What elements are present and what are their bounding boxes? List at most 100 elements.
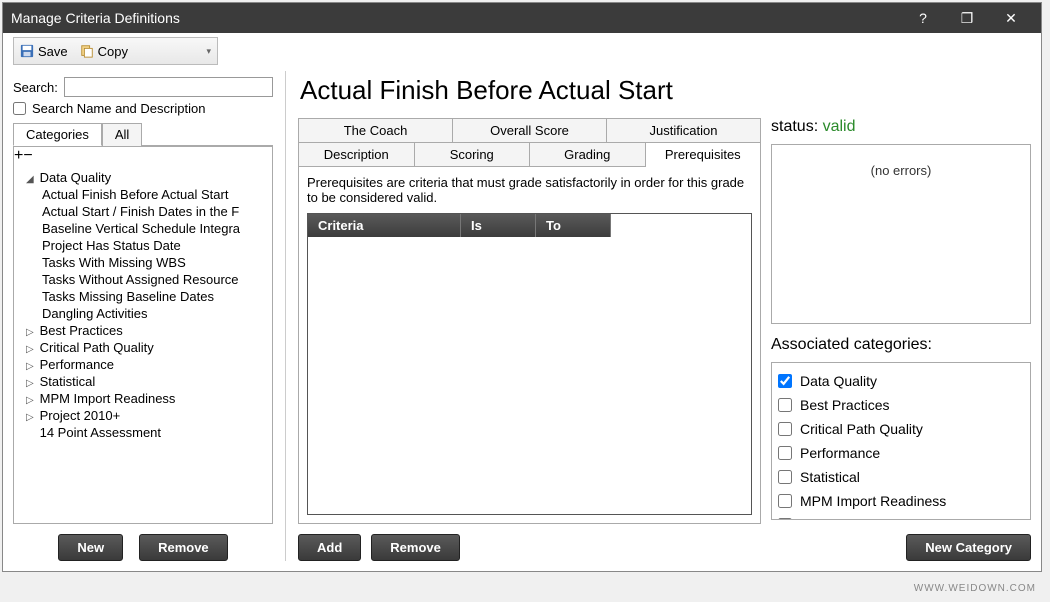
category-label: Statistical [800,469,860,485]
tab-description[interactable]: Description [299,143,415,167]
associated-categories-list[interactable]: Data Quality Best Practices Critical Path … [771,362,1031,520]
toolbar-overflow-icon[interactable]: ▾ [206,46,211,57]
tab-prerequisites[interactable]: Prerequisites [646,143,761,167]
tab-grading[interactable]: Grading [530,143,646,167]
col-is[interactable]: Is [461,214,536,237]
chevron-right-icon: ▷ [26,361,36,372]
tree-leaf[interactable]: Dangling Activities [16,305,270,322]
category-checkbox[interactable] [778,398,792,412]
errors-placeholder: (no errors) [871,163,932,178]
chevron-right-icon: ▷ [26,412,36,423]
window: Manage Criteria Definitions ? ❐ ✕ Save C… [2,2,1042,572]
tree-node[interactable]: 14 Point Assessment [16,424,270,441]
category-row[interactable]: Best Practices [776,393,1026,417]
remove-button[interactable]: Remove [139,534,228,561]
tree-leaf[interactable]: Tasks Missing Baseline Dates [16,288,270,305]
search-scope-row: Search Name and Description [13,101,273,116]
titlebar: Manage Criteria Definitions ? ❐ ✕ [3,3,1041,33]
main-panel: Actual Finish Before Actual Start The Co… [298,71,1031,561]
category-label: Best Practices [800,397,889,413]
search-label: Search: [13,80,58,95]
page-title: Actual Finish Before Actual Start [300,75,1031,106]
search-scope-label: Search Name and Description [32,101,205,116]
category-checkbox[interactable] [778,446,792,460]
save-label: Save [38,44,68,59]
category-label: Critical Path Quality [800,421,923,437]
toolbar: Save Copy ▾ [13,37,218,65]
col-criteria[interactable]: Criteria [308,214,461,237]
copy-icon [80,44,94,58]
search-row: Search: [13,77,273,97]
right-buttons: New Category [771,534,1031,561]
save-icon [20,44,34,58]
chevron-right-icon: ▷ [26,378,36,389]
category-row[interactable]: Project 2010+ [776,513,1026,520]
footer-credit: WWW.WEIDOWN.COM [914,583,1036,594]
help-button[interactable]: ? [901,5,945,31]
new-category-button[interactable]: New Category [906,534,1031,561]
grid-body[interactable] [308,237,751,514]
tree-leaf[interactable]: Actual Finish Before Actual Start [16,186,270,203]
category-row[interactable]: Data Quality [776,369,1026,393]
add-button[interactable]: Add [298,534,361,561]
tree-node[interactable]: ▷ Project 2010+ [16,407,270,424]
category-checkbox[interactable] [778,518,792,520]
category-row[interactable]: MPM Import Readiness [776,489,1026,513]
associated-label: Associated categories: [771,336,1031,354]
tree-node[interactable]: ▷ MPM Import Readiness [16,390,270,407]
tree-leaf[interactable]: Baseline Vertical Schedule Integra [16,220,270,237]
body: Search: Search Name and Description Cate… [3,65,1041,571]
search-scope-checkbox[interactable] [13,102,26,115]
search-input[interactable] [64,77,273,97]
category-checkbox[interactable] [778,470,792,484]
chevron-right-icon [26,429,36,440]
right-panel: status: valid (no errors) Associated cat… [771,118,1031,561]
tab-all[interactable]: All [102,123,142,146]
expand-all-icon[interactable]: + [14,147,23,164]
restore-button[interactable]: ❐ [945,5,989,31]
category-row[interactable]: Performance [776,441,1026,465]
col-to[interactable]: To [536,214,611,237]
main-body: The CoachOverall ScoreJustification Desc… [298,118,1031,561]
tree-leaf[interactable]: Actual Start / Finish Dates in the F [16,203,270,220]
left-tabstrip: Categories All [13,122,273,146]
category-label: Project 2010+ [800,517,887,520]
tree-node[interactable]: ◢ Data Quality [16,169,270,186]
col-spacer [611,214,751,237]
grid-header: Criteria Is To [308,214,751,237]
prerequisites-description: Prerequisites are criteria that must gra… [307,175,752,205]
remove-prereq-button[interactable]: Remove [371,534,460,561]
category-checkbox[interactable] [778,494,792,508]
tree-leaf[interactable]: Project Has Status Date [16,237,270,254]
status-label: status: [771,118,818,135]
tab-categories[interactable]: Categories [13,123,102,146]
errors-box: (no errors) [771,144,1031,324]
tree-leaf[interactable]: Tasks Without Assigned Resource [16,271,270,288]
category-row[interactable]: Statistical [776,465,1026,489]
chevron-right-icon: ▷ [26,395,36,406]
left-panel: Search: Search Name and Description Cate… [13,71,273,561]
tab-scoring[interactable]: Scoring [415,143,531,167]
center-buttons: Add Remove [298,534,761,561]
copy-button[interactable]: Copy [80,44,128,59]
tab-the-coach[interactable]: The Coach [299,119,453,143]
tree-node[interactable]: ▷ Performance [16,356,270,373]
center-panel: The CoachOverall ScoreJustification Desc… [298,118,761,561]
collapse-all-icon[interactable]: − [23,147,32,164]
tab-justification[interactable]: Justification [607,119,760,143]
tree-node[interactable]: ▷ Critical Path Quality [16,339,270,356]
close-button[interactable]: ✕ [989,5,1033,31]
category-row[interactable]: Critical Path Quality [776,417,1026,441]
tree-node[interactable]: ▷ Statistical [16,373,270,390]
tree-node[interactable]: ▷ Best Practices [16,322,270,339]
new-button[interactable]: New [58,534,123,561]
category-checkbox[interactable] [778,374,792,388]
tab-overall-score[interactable]: Overall Score [453,119,607,143]
save-button[interactable]: Save [20,44,68,59]
tree-leaf[interactable]: Tasks With Missing WBS [16,254,270,271]
tab-content: Prerequisites are criteria that must gra… [298,167,761,524]
category-checkbox[interactable] [778,422,792,436]
category-label: Data Quality [800,373,877,389]
category-tree: +− ◢ Data QualityActual Finish Before Ac… [13,146,273,524]
detail-tabs: The CoachOverall ScoreJustification Desc… [298,118,761,167]
